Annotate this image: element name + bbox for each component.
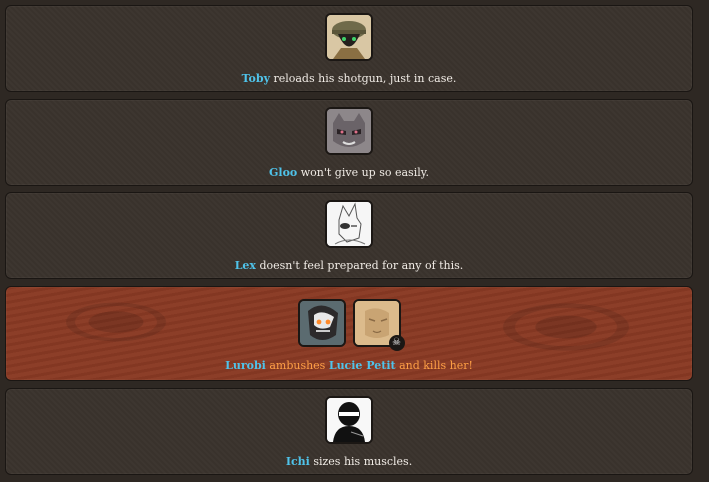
event-card: Toby reloads his shotgun, just in case. [5, 5, 693, 92]
event-text: sizes his muscles. [309, 455, 413, 468]
event-text: won't give up so easily. [297, 166, 429, 179]
actor-name: Lex [234, 259, 256, 272]
event-description: Ichi sizes his muscles. [6, 455, 692, 468]
actor-name: Gloo [269, 166, 298, 179]
event-description: Toby reloads his shotgun, just in case. [6, 72, 692, 85]
skull-icon: ☠ [388, 335, 405, 351]
lex-avatar [325, 200, 373, 248]
event-text: doesn't feel prepared for any of this. [255, 259, 464, 272]
event-description: Lex doesn't feel prepared for any of thi… [6, 259, 692, 272]
target-name: Lucie Petit [328, 359, 396, 372]
event-description: Lurobi ambushes Lucie Petit and kills he… [6, 359, 692, 372]
actor-name: Ichi [285, 455, 310, 468]
event-card: Lex doesn't feel prepared for any of thi… [5, 192, 693, 279]
toby-avatar [325, 13, 373, 61]
event-verb: ambushes [265, 359, 329, 372]
event-card: Gloo won't give up so easily. [5, 99, 693, 186]
actor-name: Lurobi [225, 359, 266, 372]
lurobi-avatar [297, 299, 346, 347]
event-outcome: and kills her! [395, 359, 473, 372]
kill-event-card: ☠ Lurobi ambushes Lucie Petit and kills … [5, 286, 693, 381]
gloo-avatar [325, 107, 373, 155]
ichi-avatar [325, 396, 373, 444]
event-description: Gloo won't give up so easily. [6, 166, 692, 179]
actor-name: Toby [241, 72, 270, 85]
event-text: reloads his shotgun, just in case. [269, 72, 457, 85]
lucie-petit-avatar: ☠ [352, 299, 405, 351]
event-feed: Toby reloads his shotgun, just in case. … [0, 0, 709, 482]
event-card: Ichi sizes his muscles. [5, 388, 693, 475]
